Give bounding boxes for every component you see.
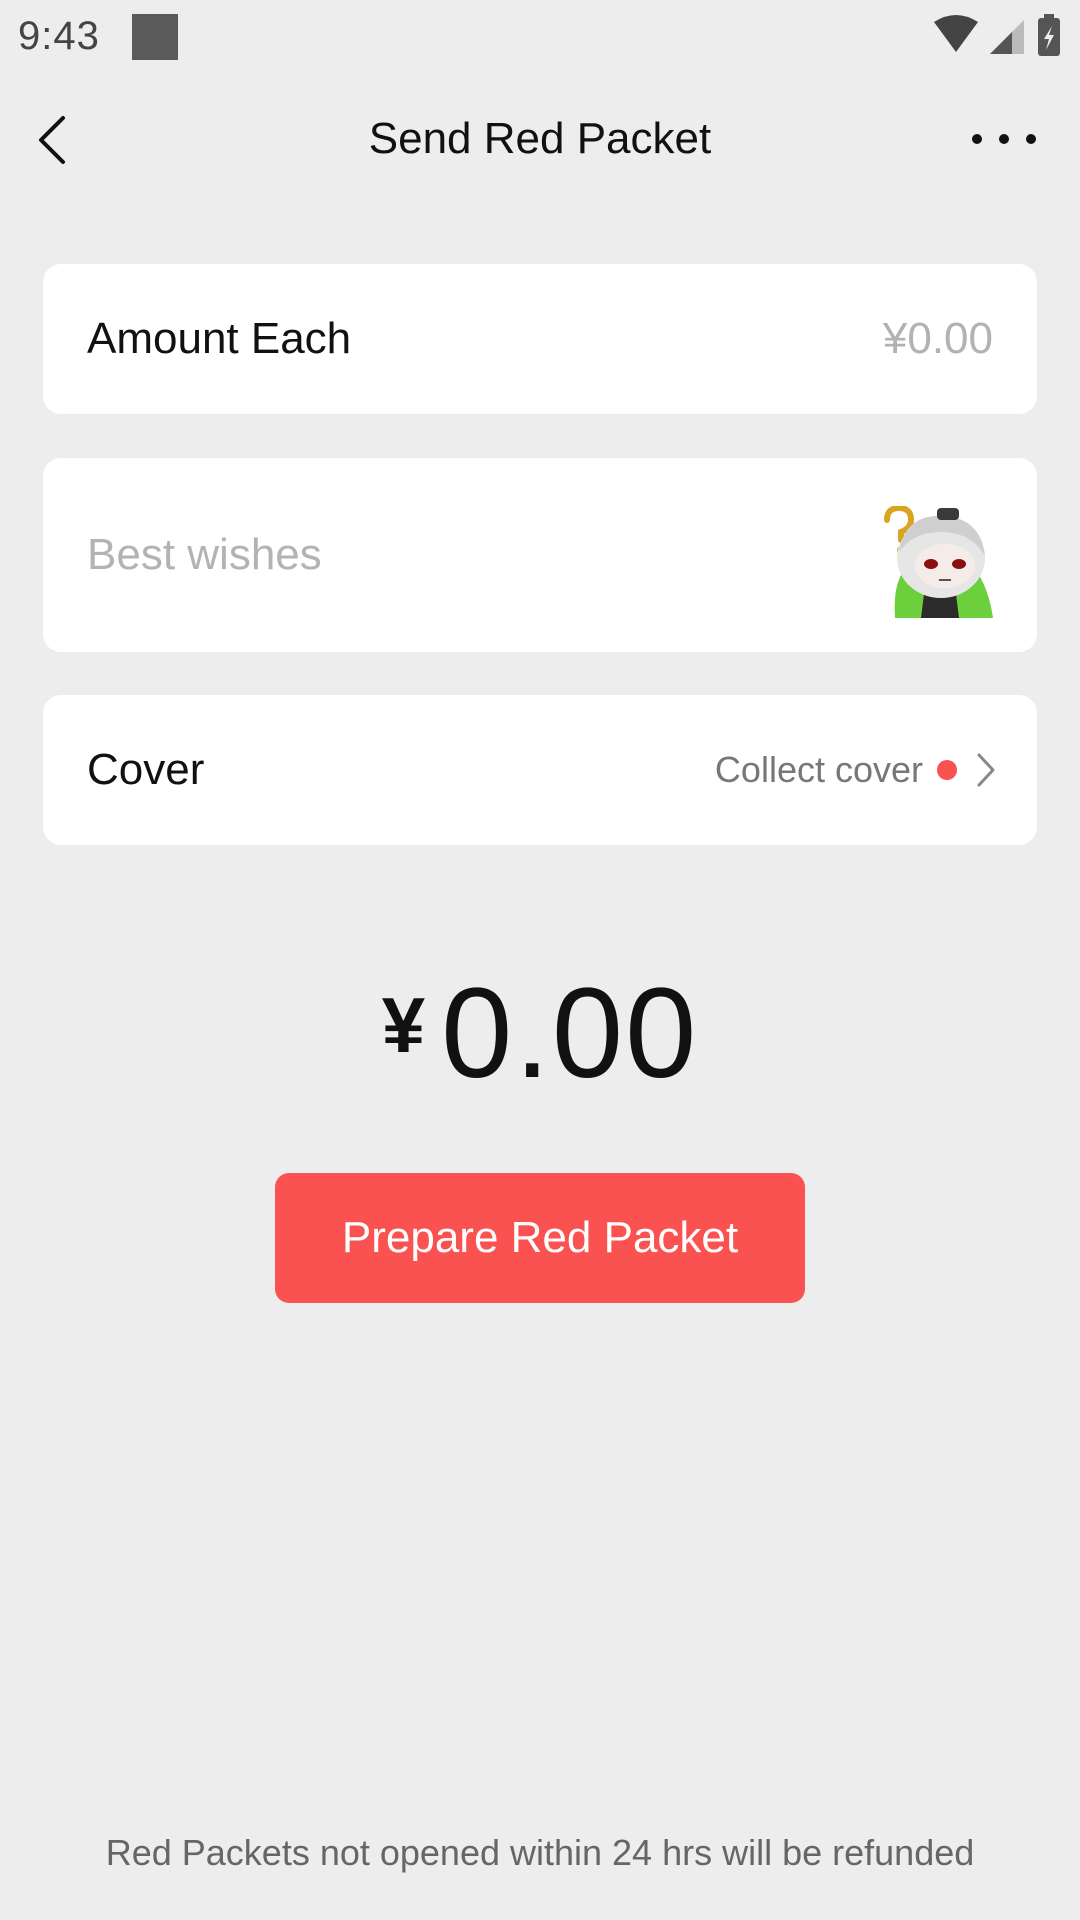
- total-currency: ¥: [381, 981, 426, 1069]
- total-amount-display: ¥0.00: [0, 960, 1080, 1107]
- status-bar: 9:43: [0, 0, 1080, 74]
- collect-cover-label: Collect cover: [714, 749, 923, 790]
- prepare-red-packet-button[interactable]: Prepare Red Packet: [275, 1173, 805, 1303]
- new-badge-dot: [937, 760, 957, 780]
- notification-icon: [132, 14, 178, 60]
- header: Send Red Packet: [0, 74, 1080, 204]
- collect-cover-link[interactable]: Collect cover: [715, 745, 997, 795]
- chevron-right-icon: [977, 753, 995, 787]
- battery-charging-icon: [1038, 14, 1060, 56]
- sticker-icon[interactable]: [881, 506, 993, 618]
- amount-each-input[interactable]: ¥0.00: [883, 314, 993, 364]
- amount-each-field[interactable]: Amount Each ¥0.00: [43, 264, 1037, 414]
- amount-each-label: Amount Each: [87, 314, 352, 363]
- wifi-icon: [934, 15, 978, 52]
- wishes-field[interactable]: Best wishes: [43, 458, 1037, 652]
- more-button[interactable]: [972, 122, 1036, 156]
- refund-notice: Red Packets not opened within 24 hrs wil…: [105, 1832, 975, 1873]
- cover-row[interactable]: Cover Collect cover: [43, 695, 1037, 845]
- wishes-input[interactable]: Best wishes: [87, 530, 322, 580]
- total-amount: 0.00: [441, 962, 699, 1105]
- page-title: Send Red Packet: [368, 114, 712, 163]
- cover-label: Cover: [87, 745, 205, 794]
- signal-icon: [990, 20, 1024, 54]
- status-time: 9:43: [18, 14, 100, 58]
- more-horizontal-icon: [972, 134, 982, 144]
- status-icons: [934, 14, 1060, 56]
